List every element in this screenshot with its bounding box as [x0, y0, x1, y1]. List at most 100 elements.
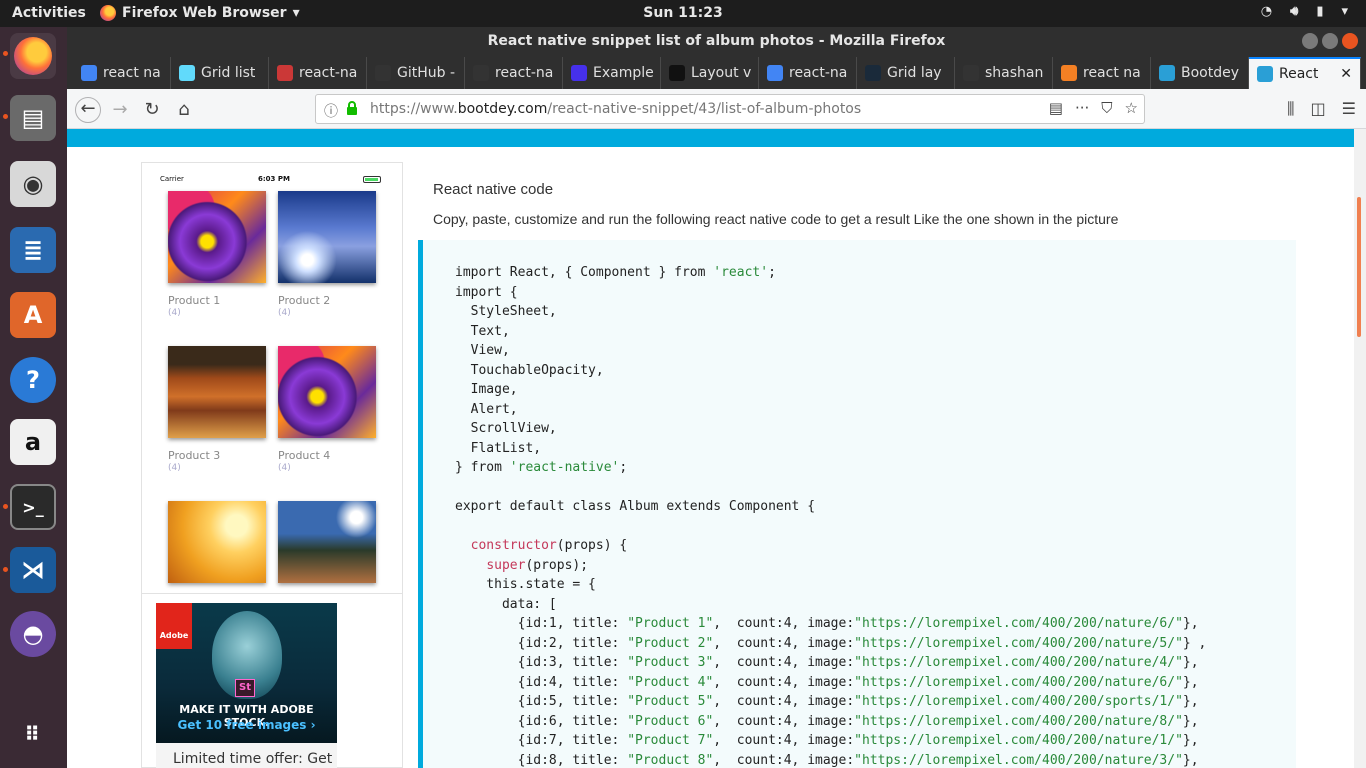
- help-icon: ?: [26, 366, 40, 394]
- code-line: constructor(props) {: [470, 538, 628, 553]
- url-bar[interactable]: ⓘ https://www.bootdey.com/react-native-s…: [315, 94, 1145, 124]
- files-icon: ▤: [21, 104, 45, 132]
- dock-software[interactable]: A: [10, 292, 56, 338]
- album-photo[interactable]: [278, 346, 376, 438]
- app-menu[interactable]: Firefox Web Browser ▾: [100, 5, 300, 21]
- app-menu-label: Firefox Web Browser: [122, 5, 287, 21]
- code-line: super(props);: [486, 557, 589, 573]
- reader-view-icon[interactable]: ▤: [1049, 99, 1063, 117]
- firefox-icon: [14, 37, 52, 75]
- system-tray[interactable]: ◔ 🔊︎ ▮ ▾: [1261, 4, 1348, 19]
- tab[interactable]: shashan: [955, 57, 1053, 89]
- info-icon[interactable]: ⓘ: [324, 101, 338, 121]
- clock[interactable]: Sun 11:23: [643, 5, 722, 21]
- google-icon: [767, 65, 783, 81]
- code-line: export default class Album extends Compo…: [455, 499, 816, 514]
- code-line: Image,: [455, 382, 518, 397]
- navigation-toolbar: ← → ↻ ⌂ ⓘ https://www.bootdey.com/react-…: [67, 89, 1366, 129]
- tab-label: shashan: [985, 65, 1044, 81]
- code-line: data: [: [455, 596, 557, 612]
- back-button[interactable]: ←: [75, 97, 101, 123]
- menu-icon[interactable]: ☰: [1342, 99, 1356, 119]
- product-count: (4): [168, 463, 181, 473]
- bookmark-star-icon[interactable]: ☆: [1125, 99, 1138, 117]
- code-line: {id:5, title: "Product 5", count:4, imag…: [455, 694, 1199, 709]
- tab[interactable]: GitHub -: [367, 57, 465, 89]
- dock-rhythmbox[interactable]: ◉: [10, 161, 56, 207]
- code-line: this.state = {: [455, 577, 596, 592]
- adobe-logo: Adobe: [156, 603, 192, 649]
- page-actions-icon[interactable]: ···: [1075, 99, 1089, 117]
- code-line: StyleSheet,: [455, 304, 557, 319]
- running-indicator: [3, 51, 8, 56]
- tab[interactable]: Layout v: [661, 57, 759, 89]
- tab[interactable]: Example: [563, 57, 661, 89]
- code-line: {id:1, title: "Product 1", count:4, imag…: [455, 616, 1199, 631]
- url-text[interactable]: https://www.bootdey.com/react-native-sni…: [370, 101, 861, 117]
- firefox-icon: [100, 5, 116, 21]
- code-line: TouchableOpacity,: [455, 362, 604, 378]
- tab[interactable]: Grid list: [171, 57, 269, 89]
- code-line: import {: [455, 284, 518, 300]
- album-photo[interactable]: [168, 191, 266, 283]
- code-line: {id:8, title: "Product 8", count:4, imag…: [455, 752, 1199, 768]
- maximize-button[interactable]: [1322, 33, 1338, 49]
- github-icon: [473, 65, 489, 81]
- album-photo[interactable]: [278, 501, 376, 583]
- running-indicator: [3, 504, 8, 509]
- code-block[interactable]: import React, { Component } from 'react'…: [418, 240, 1296, 768]
- ad-offer-text[interactable]: Limited time offer: Get: [156, 743, 337, 768]
- bootdey-icon: [1257, 66, 1273, 82]
- close-tab-icon[interactable]: ✕: [1340, 66, 1352, 82]
- activities-button[interactable]: Activities: [12, 5, 86, 21]
- tab[interactable]: Bootdey: [1151, 57, 1249, 89]
- dock-help[interactable]: ?: [10, 357, 56, 403]
- tab[interactable]: react-na: [269, 57, 367, 89]
- scrollbar[interactable]: [1354, 129, 1366, 768]
- close-window-button[interactable]: [1342, 33, 1358, 49]
- tab[interactable]: Grid lay: [857, 57, 955, 89]
- code-line: Alert,: [455, 401, 518, 417]
- dock-firefox[interactable]: [10, 33, 56, 79]
- code-line: } from 'react-native';: [455, 460, 628, 475]
- code-line: ScrollView,: [455, 421, 557, 436]
- dock-writer[interactable]: ≣: [10, 227, 56, 273]
- reload-button[interactable]: ↻: [139, 97, 165, 123]
- show-apps-button[interactable]: ⠿: [10, 711, 56, 757]
- dock-github[interactable]: ◓: [10, 611, 56, 657]
- sidebar-icon[interactable]: ◫: [1311, 99, 1326, 119]
- tab[interactable]: react na: [73, 57, 171, 89]
- minimize-button[interactable]: [1302, 33, 1318, 49]
- dock-vscode[interactable]: ⋊: [10, 547, 56, 593]
- stock-badge: St: [235, 679, 255, 697]
- library-icon[interactable]: ⫼: [1287, 99, 1294, 119]
- phone-time: 6:03 PM: [258, 175, 290, 183]
- product-count: (4): [168, 308, 181, 318]
- album-photo[interactable]: [278, 191, 376, 283]
- dock-amazon[interactable]: a: [10, 419, 56, 465]
- home-button[interactable]: ⌂: [171, 97, 197, 123]
- pocket-icon[interactable]: ⛉: [1101, 99, 1112, 117]
- product-count: (4): [278, 308, 291, 318]
- scrollbar-thumb[interactable]: [1357, 197, 1361, 337]
- expo-icon: [571, 65, 587, 81]
- code-text[interactable]: import React, { Component } from 'react'…: [455, 263, 1206, 768]
- dock-terminal[interactable]: >_: [10, 484, 56, 530]
- tab[interactable]: react-na: [759, 57, 857, 89]
- ad-banner[interactable]: Adobe St MAKE IT WITH ADOBE STOCK. Get 1…: [156, 603, 337, 743]
- album-photo[interactable]: [168, 346, 266, 438]
- npm-icon: [277, 65, 293, 81]
- album-photo[interactable]: [168, 501, 266, 583]
- page-content: Carrier 6:03 PM Product 1 (4) Product 2 …: [67, 129, 1366, 768]
- tab[interactable]: react-na: [465, 57, 563, 89]
- window-title: React native snippet list of album photo…: [487, 33, 946, 49]
- running-indicator: [3, 567, 8, 572]
- dock-files[interactable]: ▤: [10, 95, 56, 141]
- tab-label: Example: [593, 65, 654, 81]
- github-icon: ◓: [22, 620, 44, 648]
- forward-button[interactable]: →: [107, 97, 133, 123]
- tab[interactable]: react na: [1053, 57, 1151, 89]
- tab[interactable]: React ✕: [1249, 57, 1361, 89]
- ad-cta[interactable]: Get 10 free images ›: [156, 718, 337, 732]
